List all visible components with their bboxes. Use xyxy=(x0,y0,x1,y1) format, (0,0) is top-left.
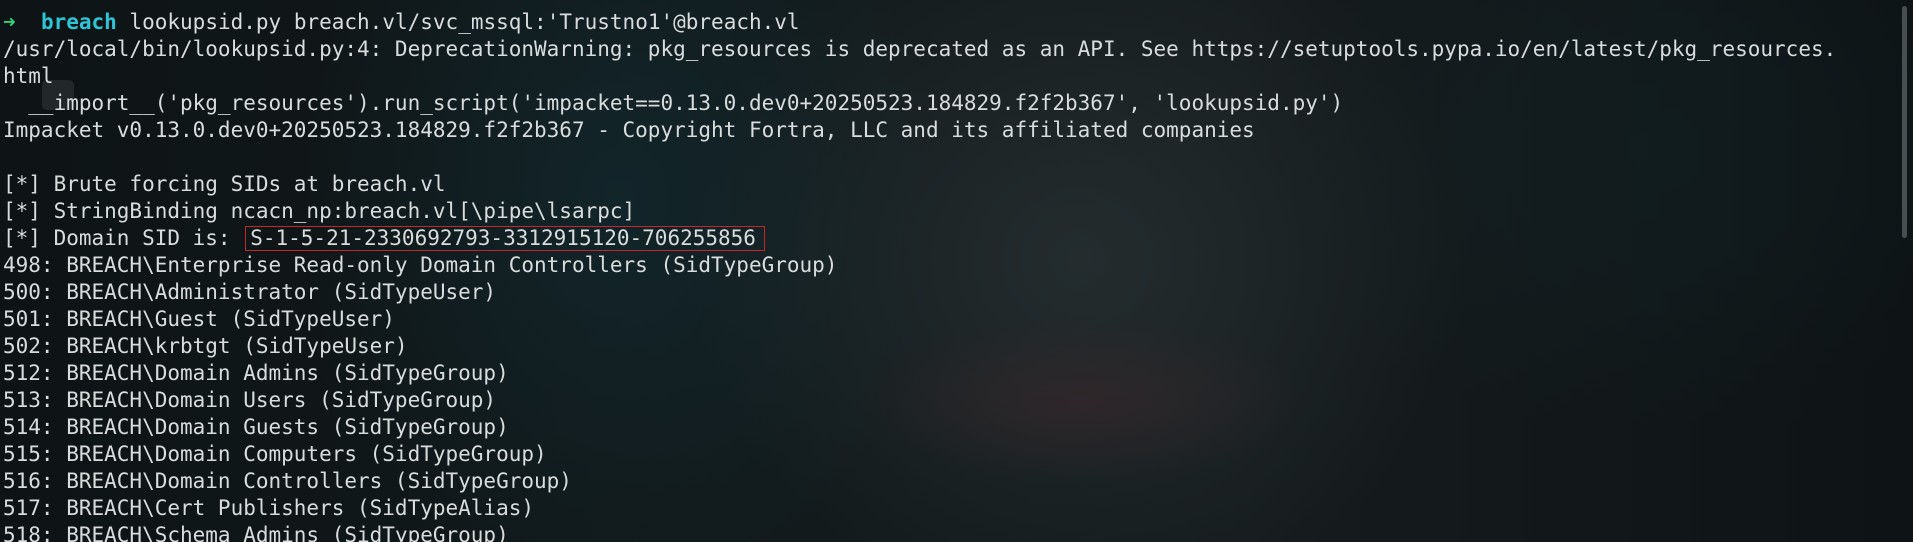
import-line: __import__('pkg_resources').run_script('… xyxy=(3,91,1344,115)
command-text: lookupsid.py breach.vl/svc_mssql:'Trustn… xyxy=(129,10,800,34)
brute-force-line: [*] Brute forcing SIDs at breach.vl xyxy=(3,172,446,196)
sid-row: 514: BREACH\Domain Guests (SidTypeGroup) xyxy=(3,415,509,439)
sid-row: 502: BREACH\krbtgt (SidTypeUser) xyxy=(3,334,408,358)
command-prompt-line: ➜ breach lookupsid.py breach.vl/svc_mssq… xyxy=(3,9,1895,36)
scrollbar-thumb[interactable] xyxy=(1902,6,1907,238)
string-binding-line: [*] StringBinding ncacn_np:breach.vl[\pi… xyxy=(3,199,636,223)
domain-sid-label: [*] Domain SID is: xyxy=(3,226,244,250)
deprecation-warning-line: /usr/local/bin/lookupsid.py:4: Deprecati… xyxy=(3,37,1837,61)
domain-sid-highlight: S-1-5-21-2330692793-3312915120-706255856 xyxy=(245,226,765,251)
impacket-banner: Impacket v0.13.0.dev0+20250523.184829.f2… xyxy=(3,118,1255,142)
terminal-scrollbar[interactable] xyxy=(1900,0,1910,542)
sid-row: 516: BREACH\Domain Controllers (SidTypeG… xyxy=(3,469,572,493)
sid-row: 518: BREACH\Schema Admins (SidTypeGroup) xyxy=(3,523,509,542)
sid-row: 500: BREACH\Administrator (SidTypeUser) xyxy=(3,280,497,304)
prompt-directory: breach xyxy=(40,10,117,34)
terminal-output[interactable]: ➜ breach lookupsid.py breach.vl/svc_mssq… xyxy=(0,0,1895,542)
sid-row: 515: BREACH\Domain Computers (SidTypeGro… xyxy=(3,442,547,466)
sid-row: 498: BREACH\Enterprise Read-only Domain … xyxy=(3,253,838,277)
domain-sid-line: [*] Domain SID is: S-1-5-21-2330692793-3… xyxy=(3,225,1895,252)
sid-row: 501: BREACH\Guest (SidTypeUser) xyxy=(3,307,395,331)
sid-row: 513: BREACH\Domain Users (SidTypeGroup) xyxy=(3,388,497,412)
sid-list: 498: BREACH\Enterprise Read-only Domain … xyxy=(3,252,1895,542)
sid-row: 517: BREACH\Cert Publishers (SidTypeAlia… xyxy=(3,496,535,520)
deprecation-warning-wrap: html xyxy=(3,64,54,88)
sid-row: 512: BREACH\Domain Admins (SidTypeGroup) xyxy=(3,361,509,385)
prompt-arrow-icon: ➜ xyxy=(3,10,16,34)
